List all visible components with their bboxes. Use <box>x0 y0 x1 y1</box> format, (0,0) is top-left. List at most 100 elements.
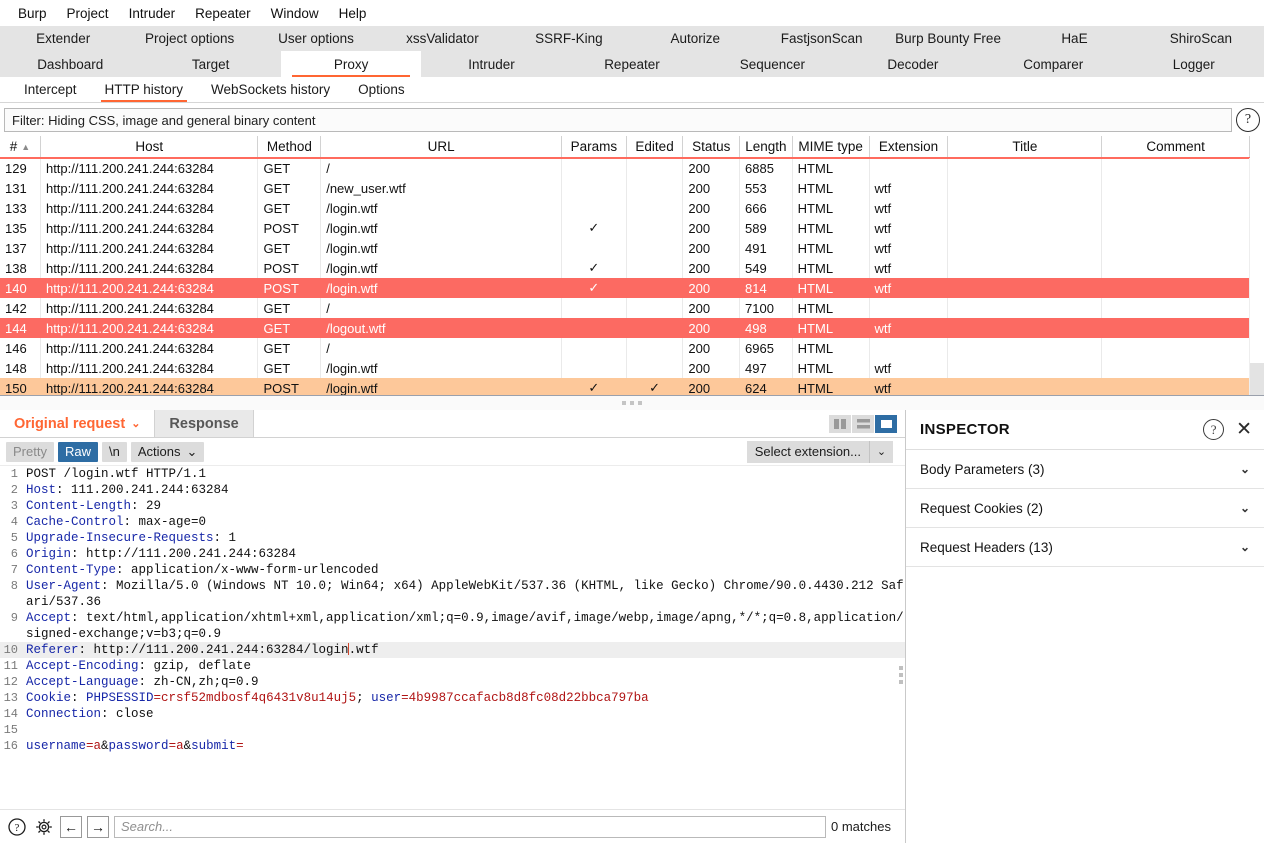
cell-ext: wtf <box>869 238 949 258</box>
extension-tab-hae[interactable]: HaE <box>1011 26 1137 51</box>
menu-item-repeater[interactable]: Repeater <box>185 4 261 23</box>
column-header-edited[interactable]: Edited <box>626 136 684 159</box>
table-row[interactable]: 142 http://111.200.241.244:63284 GET/ 200 71… <box>0 298 1250 318</box>
raw-button[interactable]: Raw <box>57 441 98 462</box>
table-row[interactable]: 140 http://111.200.241.244:63284 POST/logi… <box>0 278 1250 298</box>
tab-dashboard[interactable]: Dashboard <box>0 51 140 77</box>
extension-tab-ssrf-king[interactable]: SSRF-King <box>506 26 632 51</box>
extension-tab-fastjsonscan[interactable]: FastjsonScan <box>758 26 884 51</box>
cell-edited <box>626 258 684 278</box>
chevron-down-icon[interactable]: ⌄ <box>1240 540 1250 554</box>
chevron-down-icon[interactable]: ⌄ <box>1240 462 1250 476</box>
column-header-label: Edited <box>635 139 674 154</box>
scrollbar-thumb[interactable] <box>1250 363 1264 395</box>
column-header-length[interactable]: Length <box>739 136 793 159</box>
layout-single-icon[interactable] <box>875 414 897 433</box>
table-row[interactable]: 148 http://111.200.241.244:63284 GET/login… <box>0 358 1250 378</box>
newline-button[interactable]: \n <box>101 441 127 462</box>
arrow-right-icon[interactable]: → <box>87 815 109 838</box>
extension-tab-burp-bounty-free[interactable]: Burp Bounty Free <box>885 26 1011 51</box>
extension-tab-shiroscan[interactable]: ShiroScan <box>1138 26 1264 51</box>
layout-stacked-icon[interactable] <box>852 414 874 433</box>
column-header-method[interactable]: Method <box>257 136 322 159</box>
tab-proxy[interactable]: Proxy <box>280 51 422 77</box>
subtab-http-history[interactable]: HTTP history <box>91 78 198 102</box>
extension-tab-user-options[interactable]: User options <box>253 26 379 51</box>
menu-item-burp[interactable]: Burp <box>8 4 57 23</box>
inspector-section-body-parameters-3[interactable]: Body Parameters (3) ⌄ <box>906 450 1264 489</box>
question-circle-icon[interactable]: ? <box>6 816 28 838</box>
table-row[interactable]: 150 http://111.200.241.244:63284 POST/logi… <box>0 378 1250 395</box>
column-header-extension[interactable]: Extension <box>869 136 949 159</box>
column-header-host[interactable]: Host <box>40 136 259 159</box>
filter-bar[interactable]: Filter: Hiding CSS, image and general bi… <box>4 108 1232 132</box>
inspector-section-request-cookies-2[interactable]: Request Cookies (2) ⌄ <box>906 489 1264 528</box>
menu-item-intruder[interactable]: Intruder <box>119 4 186 23</box>
cell-length: 814 <box>739 278 793 298</box>
column-header-url[interactable]: URL <box>320 136 562 159</box>
message-tab-response[interactable]: Response <box>155 410 254 437</box>
cell-id: 133 <box>0 198 41 218</box>
table-row[interactable]: 138 http://111.200.241.244:63284 POST/logi… <box>0 258 1250 278</box>
cell-comment <box>1101 338 1250 358</box>
column-header-title[interactable]: Title <box>947 136 1103 159</box>
table-row[interactable]: 133 http://111.200.241.244:63284 GET/login… <box>0 198 1250 218</box>
table-row[interactable]: 131 http://111.200.241.244:63284 GET/new_u… <box>0 178 1250 198</box>
extension-tab-xssvalidator[interactable]: xssValidator <box>379 26 505 51</box>
subtab-intercept[interactable]: Intercept <box>10 78 91 102</box>
subtab-websockets-history[interactable]: WebSockets history <box>197 78 344 102</box>
cell-length: 498 <box>739 318 793 338</box>
tab-intruder[interactable]: Intruder <box>421 51 561 77</box>
tab-sequencer[interactable]: Sequencer <box>702 51 842 77</box>
column-header-[interactable]: # ▲ <box>0 136 41 159</box>
tab-logger[interactable]: Logger <box>1124 51 1264 77</box>
table-row[interactable]: 129 http://111.200.241.244:63284 GET/ 200 68… <box>0 158 1250 178</box>
column-header-mime-type[interactable]: MIME type <box>792 136 870 159</box>
search-input[interactable]: Search... <box>114 815 827 838</box>
request-line-text: Cache-Control: max-age=0 <box>22 514 905 530</box>
horizontal-splitter[interactable] <box>0 396 1264 410</box>
extension-tab-project-options[interactable]: Project options <box>126 26 252 51</box>
header-name: Accept-Language <box>26 675 139 689</box>
question-circle-icon[interactable]: ? <box>1236 108 1260 132</box>
menu-item-window[interactable]: Window <box>261 4 329 23</box>
tab-decoder[interactable]: Decoder <box>843 51 983 77</box>
request-editor[interactable]: 1 POST /login.wtf HTTP/1.1 2 Host: 111.200.… <box>0 466 905 809</box>
inspector-section-request-headers-13[interactable]: Request Headers (13) ⌄ <box>906 528 1264 567</box>
gear-icon[interactable] <box>33 816 55 838</box>
cell-mime: HTML <box>792 278 870 298</box>
question-circle-icon[interactable]: ? <box>1203 419 1225 440</box>
vertical-splitter-handle[interactable] <box>899 666 903 684</box>
tab-comparer[interactable]: Comparer <box>983 51 1123 77</box>
main-tab-row: Dashboard Target Proxy Intruder Repeater Sequ… <box>0 51 1264 77</box>
select-extension-label: Select extension... <box>754 444 861 459</box>
cell-url: /login.wtf <box>320 378 562 395</box>
chevron-down-icon[interactable]: ⌄ <box>1240 501 1250 515</box>
column-header-status[interactable]: Status <box>682 136 741 159</box>
select-extension-dropdown[interactable]: Select extension... ⌄ <box>746 440 893 463</box>
table-row[interactable]: 146 http://111.200.241.244:63284 GET/ 200 69… <box>0 338 1250 358</box>
message-tab-original-request[interactable]: Original request ⌄ <box>0 410 156 437</box>
chevron-down-icon[interactable]: ⌄ <box>131 417 140 430</box>
header-name: Cache-Control <box>26 515 124 529</box>
table-vertical-scrollbar[interactable] <box>1249 158 1264 395</box>
column-header-params[interactable]: Params <box>561 136 627 159</box>
extension-tab-autorize[interactable]: Autorize <box>632 26 758 51</box>
menu-item-help[interactable]: Help <box>329 4 377 23</box>
table-row[interactable]: 137 http://111.200.241.244:63284 GET/login… <box>0 238 1250 258</box>
column-header-comment[interactable]: Comment <box>1101 136 1250 159</box>
pretty-button[interactable]: Pretty <box>6 441 54 462</box>
tab-target[interactable]: Target <box>140 51 280 77</box>
subtab-options[interactable]: Options <box>344 78 419 102</box>
table-row[interactable]: 144 http://111.200.241.244:63284 GET/logou… <box>0 318 1250 338</box>
actions-button[interactable]: Actions ⌄ <box>130 441 205 462</box>
close-icon[interactable]: ✕ <box>1236 420 1252 439</box>
arrow-left-icon[interactable]: ← <box>60 815 82 838</box>
extension-tab-extender[interactable]: Extender <box>0 26 126 51</box>
layout-side-by-side-icon[interactable] <box>829 414 851 433</box>
menu-item-project[interactable]: Project <box>57 4 119 23</box>
tab-repeater[interactable]: Repeater <box>562 51 702 77</box>
header-value: : close <box>101 707 154 721</box>
header-name: submit <box>191 739 237 753</box>
table-row[interactable]: 135 http://111.200.241.244:63284 POST/logi… <box>0 218 1250 238</box>
